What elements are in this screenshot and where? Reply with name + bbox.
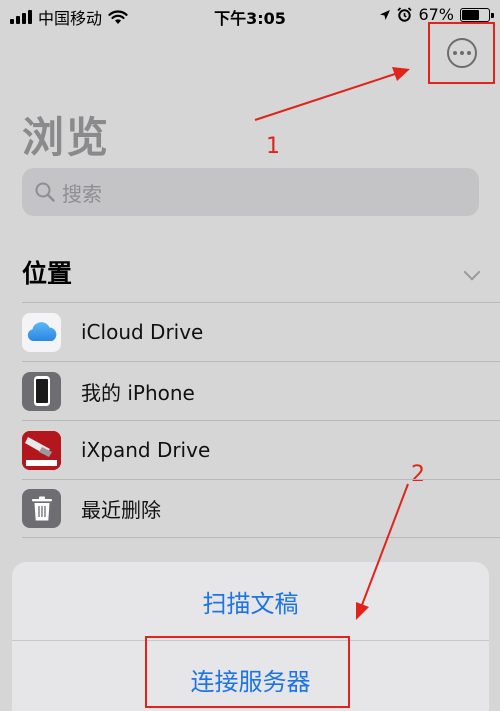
connect-to-server-option[interactable]: 连接服务器: [12, 640, 489, 711]
trash-icon: [22, 489, 61, 528]
location-label: 最近删除: [81, 498, 161, 522]
location-label: iXpand Drive: [81, 438, 211, 462]
location-item-my-iphone[interactable]: 我的 iPhone: [22, 361, 500, 420]
iphone-icon: [22, 371, 61, 411]
page-title: 浏览: [22, 113, 111, 162]
more-options-button[interactable]: [428, 22, 495, 84]
search-field[interactable]: 搜索: [22, 168, 479, 216]
battery-icon: [460, 7, 494, 22]
status-bar: 中国移动 下午3:05 67%: [0, 0, 500, 30]
locations-section-header[interactable]: 位置: [22, 254, 482, 294]
search-placeholder: 搜索: [62, 181, 102, 206]
alarm-icon: [397, 7, 413, 22]
location-item-ixpand-drive[interactable]: iXpand Drive: [22, 420, 500, 479]
sandisk-icon: [22, 430, 61, 470]
scan-documents-option[interactable]: 扫描文稿: [12, 562, 489, 640]
location-item-icloud-drive[interactable]: iCloud Drive: [22, 302, 500, 361]
location-arrow-icon: [380, 9, 391, 20]
location-label: 我的 iPhone: [81, 380, 195, 405]
icloud-icon: [22, 312, 61, 352]
location-label: iCloud Drive: [81, 320, 204, 344]
location-item-recently-deleted[interactable]: 最近删除: [22, 479, 500, 538]
search-icon: [35, 182, 55, 202]
locations-list: iCloud Drive 我的 iPhone iXpand Drive 最近删除: [22, 302, 500, 538]
annotation-arrow-1: [254, 67, 410, 121]
battery-level-fill: [462, 9, 480, 20]
section-title: 位置: [22, 259, 73, 288]
chevron-down-icon[interactable]: [463, 263, 481, 281]
ellipsis-circle-icon: [446, 38, 477, 68]
action-sheet: 扫描文稿 连接服务器: [12, 562, 489, 711]
annotation-step-1: 1: [266, 134, 280, 159]
